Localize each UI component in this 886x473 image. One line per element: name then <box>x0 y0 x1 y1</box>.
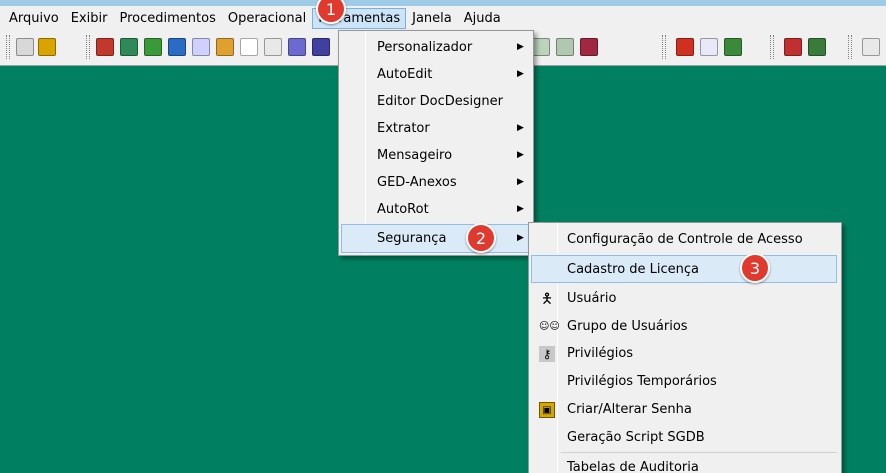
menu-item-label: Privilégios <box>567 346 634 361</box>
money-bag-icon[interactable] <box>144 38 162 56</box>
menu-item-label: Segurança <box>377 231 447 246</box>
padlock-icon: ▣ <box>539 401 555 418</box>
menu-janela[interactable]: Janela <box>406 8 458 29</box>
menu-item-grupo-usuarios[interactable]: ☺☺ Grupo de Usuários <box>531 313 839 340</box>
submenu-arrow-icon: ▶ <box>517 204 524 214</box>
step-badge-3: 3 <box>740 253 770 283</box>
envelope-icon[interactable] <box>240 38 258 56</box>
menu-item-mensageiro[interactable]: Mensageiro ▶ <box>341 142 531 169</box>
menu-item-editor-docdesigner[interactable]: Editor DocDesigner <box>341 88 531 115</box>
menu-item-label: Cadastro de Licença <box>567 261 700 277</box>
checklist-icon[interactable] <box>192 38 210 56</box>
menu-item-label: Criar/Alterar Senha <box>567 402 692 417</box>
menu-item-usuario[interactable]: 🯅 Usuário <box>531 285 839 312</box>
menu-item-label: AutoEdit <box>377 67 433 82</box>
menu-item-label: Grupo de Usuários <box>567 319 688 334</box>
menu-item-label: Personalizador <box>377 40 473 55</box>
menu-item-privilegios[interactable]: ⚷ Privilégios <box>531 340 839 367</box>
menu-bar: Arquivo Exibir Procedimentos Operacional… <box>0 6 886 30</box>
menu-item-configuracao-controle-acesso[interactable]: Configuração de Controle de Acesso <box>531 226 839 253</box>
grid-icon[interactable] <box>312 38 330 56</box>
fire-truck-icon[interactable] <box>676 38 694 56</box>
print-icon[interactable] <box>16 38 34 56</box>
menu-arquivo[interactable]: Arquivo <box>3 8 65 29</box>
exit-door-icon[interactable] <box>38 38 56 56</box>
gift-icon[interactable] <box>580 38 598 56</box>
globe-icon[interactable] <box>168 38 186 56</box>
menu-item-personalizador[interactable]: Personalizador ▶ <box>341 34 531 61</box>
menu-item-ged-anexos[interactable]: GED-Anexos ▶ <box>341 169 531 196</box>
menu-item-label: GED-Anexos <box>377 175 457 190</box>
toolbar-grip[interactable] <box>662 35 666 59</box>
menu-item-geracao-script-sgdb[interactable]: Geração Script SGDB <box>531 424 839 451</box>
menu-item-criar-alterar-senha[interactable]: ▣ Criar/Alterar Senha <box>531 396 839 423</box>
toolbar-grip[interactable] <box>6 35 10 59</box>
menu-item-label: Editor DocDesigner <box>377 94 503 109</box>
map-icon[interactable] <box>120 38 138 56</box>
menu-item-tabelas-auditoria[interactable]: Tabelas de Auditoria <box>531 454 839 473</box>
menu-item-label: AutoRot <box>377 202 429 217</box>
menu-item-label: Extrator <box>377 121 430 136</box>
calendar-icon[interactable] <box>700 38 718 56</box>
document-icon[interactable] <box>264 38 282 56</box>
toolbar-grip[interactable] <box>770 35 774 59</box>
submenu-arrow-icon: ▶ <box>517 233 524 243</box>
menu-separator <box>561 452 837 453</box>
submenu-arrow-icon: ▶ <box>517 69 524 79</box>
menu-item-label: Usuário <box>567 291 617 306</box>
seguranca-submenu: Configuração de Controle de Acesso Cadas… <box>528 222 842 473</box>
menu-item-autoedit[interactable]: AutoEdit ▶ <box>341 61 531 88</box>
submenu-arrow-icon: ▶ <box>517 177 524 187</box>
edit-check-icon[interactable] <box>784 38 802 56</box>
handshake-icon[interactable] <box>216 38 234 56</box>
group-icon: ☺☺ <box>539 320 560 332</box>
menu-exibir[interactable]: Exibir <box>65 8 114 29</box>
menu-item-label: Privilégios Temporários <box>567 374 717 389</box>
menu-ajuda[interactable]: Ajuda <box>458 8 507 29</box>
menu-item-label: Tabelas de Auditoria <box>567 460 699 473</box>
report-icon[interactable] <box>288 38 306 56</box>
menu-procedimentos[interactable]: Procedimentos <box>114 8 222 29</box>
key-icon: ⚷ <box>539 345 555 362</box>
submenu-arrow-icon: ▶ <box>517 150 524 160</box>
table-icon[interactable] <box>862 38 880 56</box>
menu-item-label: Mensageiro <box>377 148 453 163</box>
submenu-arrow-icon: ▶ <box>517 42 524 52</box>
step-badge-2: 2 <box>466 223 496 253</box>
ferramentas-menu: Personalizador ▶ AutoEdit ▶ Editor DocDe… <box>338 30 534 256</box>
menu-operacional[interactable]: Operacional <box>222 8 312 29</box>
toolbar-grip[interactable] <box>86 35 90 59</box>
menu-item-label: Geração Script SGDB <box>567 430 705 445</box>
person-icon: 🯅 <box>540 290 554 307</box>
menu-item-seguranca[interactable]: Segurança ▶ <box>341 224 531 253</box>
menu-item-autorot[interactable]: AutoRot ▶ <box>341 196 531 223</box>
submenu-arrow-icon: ▶ <box>517 123 524 133</box>
network-icon[interactable] <box>556 38 574 56</box>
approve-icon[interactable] <box>808 38 826 56</box>
menu-item-extrator[interactable]: Extrator ▶ <box>341 115 531 142</box>
route-map-icon[interactable] <box>724 38 742 56</box>
calculator-icon[interactable] <box>532 38 550 56</box>
menu-item-cadastro-licenca[interactable]: Cadastro de Licença <box>531 255 837 283</box>
toolbar-grip[interactable] <box>848 35 852 59</box>
menu-item-label: Configuração de Controle de Acesso <box>567 232 803 247</box>
menu-item-privilegios-temporarios[interactable]: Privilégios Temporários <box>531 368 839 395</box>
truck-icon[interactable] <box>96 38 114 56</box>
